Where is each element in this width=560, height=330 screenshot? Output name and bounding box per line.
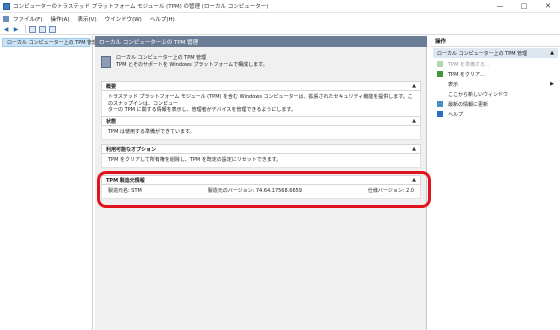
options-body: TPM をクリアして所有権を削除し、TPM を既定の設定にリセットできます。 xyxy=(101,154,421,168)
tpm-prepare-icon xyxy=(437,61,443,67)
overview-text-1: トラステッド プラットフォーム モジュール (TPM) を含む Windows … xyxy=(108,94,413,107)
red-highlight-box xyxy=(97,171,431,208)
help-icon[interactable] xyxy=(39,25,46,33)
tpm-clear-icon xyxy=(437,71,443,77)
menu-view[interactable]: 表示(V) xyxy=(78,15,97,23)
overview-title: 概要 xyxy=(106,83,117,90)
action-help[interactable]: ヘルプ xyxy=(431,109,560,119)
action-label: ヘルプ xyxy=(448,111,464,118)
maximize-button[interactable]: □ xyxy=(512,0,536,13)
window-title: コンピューターのトラステッド プラットフォーム モジュール (TPM) の管理 … xyxy=(13,4,269,10)
options-section: 利用可能なオプション ▲ TPM をクリアして所有権を削除し、TPM を既定の設… xyxy=(101,144,421,168)
title-bar: コンピューターのトラステッド プラットフォーム モジュール (TPM) の管理 … xyxy=(0,0,560,13)
status-title: 状態 xyxy=(106,118,117,125)
overview-text-2: ターの TPM に関する情報を表示し、管理者がデバイスを管理できるようにします。 xyxy=(108,107,296,113)
status-section: 状態 ▲ TPM は使用する準備ができています。 xyxy=(101,116,421,140)
menu-help[interactable]: ヘルプ(H) xyxy=(150,15,175,23)
close-button[interactable]: ✕ xyxy=(536,0,560,13)
toolbar-divider xyxy=(25,25,26,33)
help-book-icon xyxy=(437,111,443,117)
actions-title: 操作 xyxy=(431,36,560,47)
tree-item-label: ローカル コンピューター上の TPM 管理 xyxy=(7,40,98,46)
console-tree: ローカル コンピューター上の TPM 管理 xyxy=(0,36,97,330)
menu-file[interactable]: ファイル(F) xyxy=(13,15,42,23)
menu-action[interactable]: 操作(A) xyxy=(50,15,69,23)
options-header[interactable]: 利用可能なオプション ▲ xyxy=(101,144,421,154)
collapse-arrow-icon[interactable]: ▲ xyxy=(550,50,554,56)
submenu-arrow-icon: ▶ xyxy=(550,81,554,87)
action-refresh[interactable]: 最新の情報に更新 xyxy=(431,99,560,109)
action-label: TPM をクリア... xyxy=(448,71,485,78)
action-label: 最新の情報に更新 xyxy=(448,101,489,108)
action-label: 表示 xyxy=(448,81,459,88)
app-icon xyxy=(3,2,10,10)
collapse-arrow-icon[interactable]: ▲ xyxy=(412,83,416,89)
back-arrow-icon[interactable]: ◀ xyxy=(2,25,10,33)
status-text: TPM は使用する準備ができています。 xyxy=(108,129,195,135)
status-header[interactable]: 状態 ▲ xyxy=(101,116,421,126)
action-label: ここから新しいウィンドウ xyxy=(448,91,509,98)
intro-title: ローカル コンピューター上の TPM 管理 xyxy=(116,55,207,61)
system-menu-icon[interactable] xyxy=(3,15,9,22)
show-hide-tree-icon[interactable] xyxy=(29,25,36,33)
actions-subheader-label: ローカル コンピューター上の TPM 管理 xyxy=(437,50,528,57)
options-text: TPM をクリアして所有権を削除し、TPM を既定の設定にリセットできます。 xyxy=(108,157,282,163)
overview-header[interactable]: 概要 ▲ xyxy=(101,81,421,91)
menu-bar: ファイル(F) 操作(A) 表示(V) ウインドウ(W) ヘルプ(H) xyxy=(0,13,560,24)
action-label: TPM を準備する... xyxy=(448,61,490,68)
options-title: 利用可能なオプション xyxy=(106,146,157,153)
minimize-button[interactable]: — xyxy=(488,0,512,13)
action-pane-icon[interactable] xyxy=(49,25,56,33)
action-new-window[interactable]: ここから新しいウィンドウ xyxy=(431,89,560,99)
intro: ローカル コンピューター上の TPM 管理 TPM とそのサポートを Windo… xyxy=(101,55,268,69)
action-clear-tpm[interactable]: TPM をクリア... xyxy=(431,69,560,79)
action-prepare-tpm[interactable]: TPM を準備する... xyxy=(431,59,560,69)
action-view[interactable]: 表示 ▶ xyxy=(431,79,560,89)
tree-item-tpm-management[interactable]: ローカル コンピューター上の TPM 管理 xyxy=(2,38,97,47)
actions-subheader[interactable]: ローカル コンピューター上の TPM 管理 ▲ xyxy=(433,48,558,58)
toolbar: ◀ ▶ xyxy=(0,24,560,35)
refresh-icon xyxy=(437,101,443,107)
overview-section: 概要 ▲ トラステッド プラットフォーム モジュール (TPM) を含む Win… xyxy=(101,81,421,118)
collapse-arrow-icon[interactable]: ▲ xyxy=(412,146,416,152)
center-pane-header: ローカル コンピューター上の TPM 管理 xyxy=(95,36,427,47)
menu-window[interactable]: ウインドウ(W) xyxy=(105,15,142,23)
overview-body: トラステッド プラットフォーム モジュール (TPM) を含む Windows … xyxy=(101,91,421,118)
intro-description: TPM とそのサポートを Windows プラットフォームで構成します。 xyxy=(116,62,268,68)
status-body: TPM は使用する準備ができています。 xyxy=(101,126,421,140)
tpm-chip-icon xyxy=(101,56,111,68)
actions-pane: 操作 ローカル コンピューター上の TPM 管理 ▲ TPM を準備する... … xyxy=(431,36,560,330)
collapse-arrow-icon[interactable]: ▲ xyxy=(412,118,416,124)
forward-arrow-icon[interactable]: ▶ xyxy=(12,25,20,33)
